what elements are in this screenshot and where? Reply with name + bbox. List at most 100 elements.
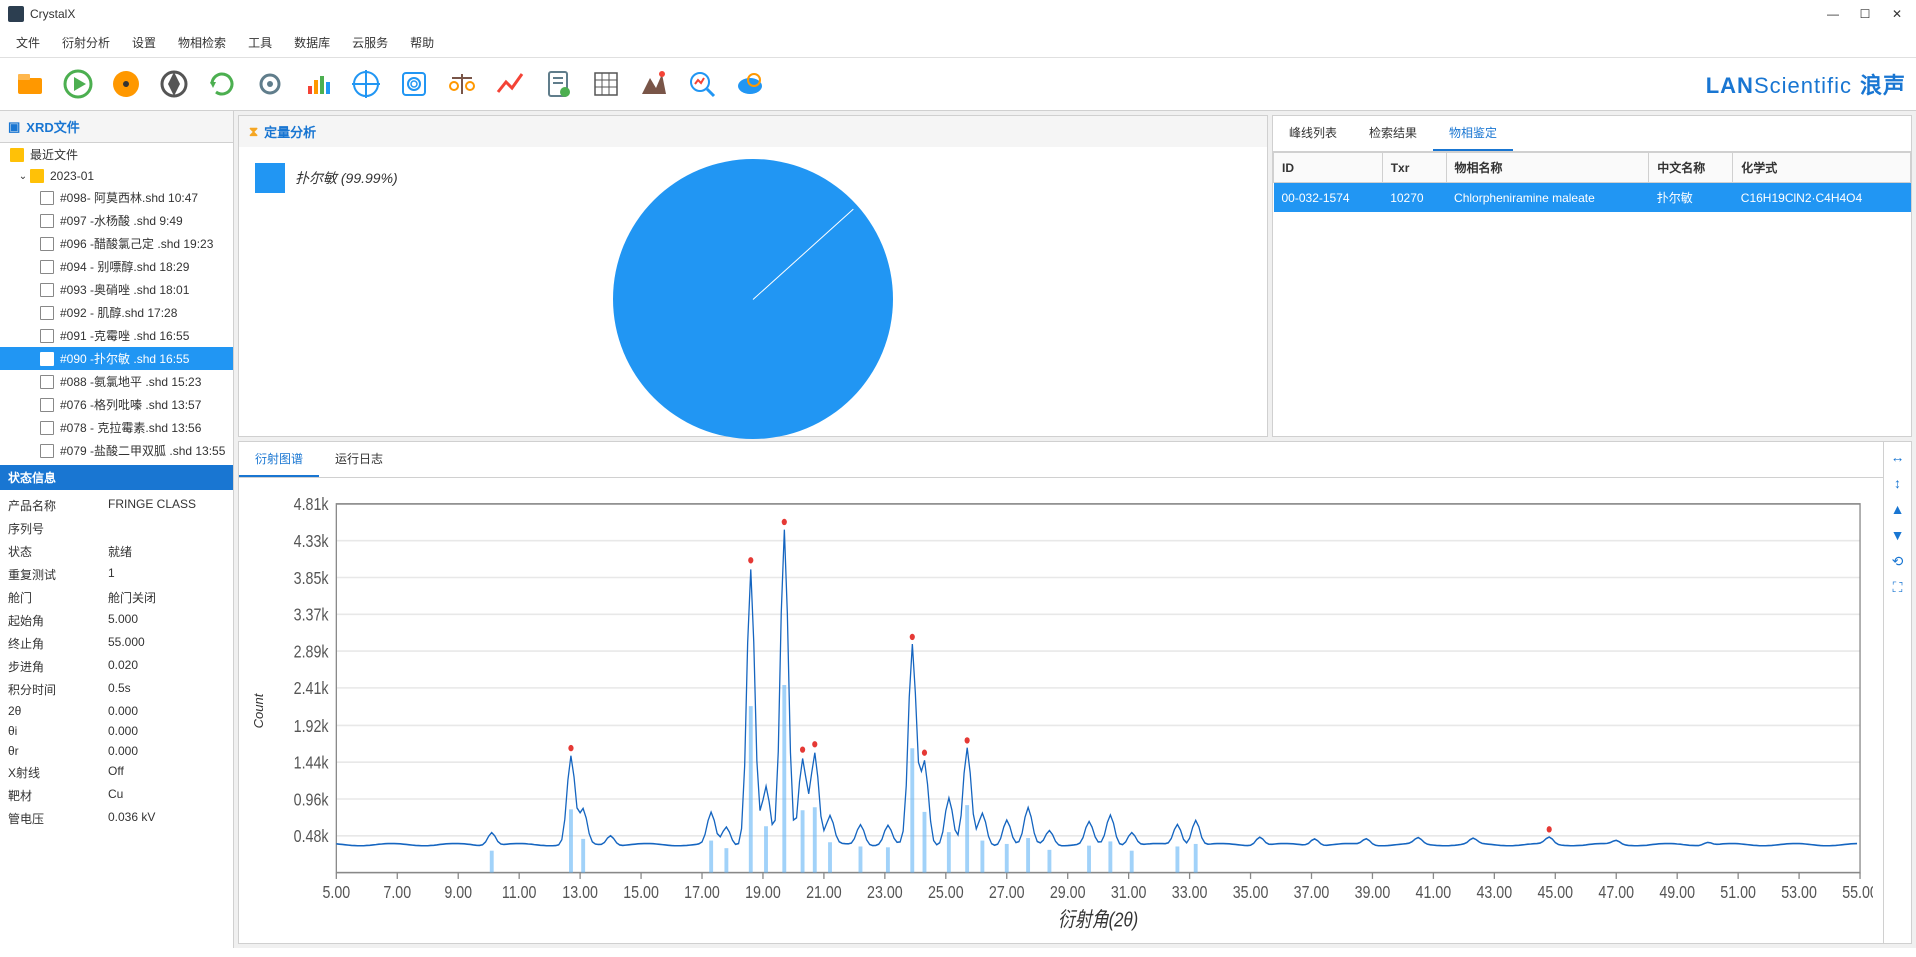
close-button[interactable]: ✕	[1890, 7, 1904, 21]
menu-工具[interactable]: 工具	[238, 30, 282, 55]
result-tab-1[interactable]: 检索结果	[1353, 116, 1433, 151]
file-item[interactable]: #094 - 别嘌醇.shd 18:29	[0, 255, 233, 278]
menu-设置[interactable]: 设置	[122, 30, 166, 55]
status-row: θr0.000	[0, 741, 233, 761]
hourglass-icon: ⧗	[249, 124, 258, 140]
file-icon	[40, 214, 54, 228]
spectrum-button[interactable]	[298, 64, 338, 104]
svg-text:17.00: 17.00	[684, 884, 720, 903]
file-item[interactable]: #076 -格列吡嗪 .shd 13:57	[0, 393, 233, 416]
svg-text:53.00: 53.00	[1781, 884, 1817, 903]
menu-衍射分析[interactable]: 衍射分析	[52, 30, 120, 55]
file-item[interactable]: #088 -氨氯地平 .shd 15:23	[0, 370, 233, 393]
file-panel-header: ▣ XRD文件	[0, 111, 233, 143]
minimize-button[interactable]: —	[1826, 7, 1840, 21]
legend-label: 扑尔敏 (99.99%)	[295, 168, 398, 188]
folder-open-button[interactable]	[10, 64, 50, 104]
result-panel: 峰线列表检索结果物相鉴定 IDTxr物相名称中文名称化学式 00-032-157…	[1272, 115, 1912, 437]
diffraction-chart-panel: 衍射图谱运行日志 Count 0.48k0.96k1.44k1.92k2.41k…	[239, 442, 1883, 943]
result-row[interactable]: 00-032-157410270Chlorpheniramine maleate…	[1274, 183, 1911, 213]
chart-tool-pan-h[interactable]: ↔	[1889, 448, 1907, 466]
svg-text:29.00: 29.00	[1050, 884, 1086, 903]
tree-folder-recent[interactable]: 最近文件	[0, 143, 233, 166]
file-item[interactable]: #079 -盐酸二甲双胍 .shd 13:55	[0, 439, 233, 462]
menubar: 文件衍射分析设置物相检索工具数据库云服务帮助	[0, 28, 1916, 58]
menu-物相检索[interactable]: 物相检索	[168, 30, 236, 55]
aperture-button[interactable]	[154, 64, 194, 104]
menu-帮助[interactable]: 帮助	[400, 30, 444, 55]
svg-text:4.33k: 4.33k	[294, 533, 329, 552]
analysis-search-button[interactable]	[682, 64, 722, 104]
menu-文件[interactable]: 文件	[6, 30, 50, 55]
file-item[interactable]: #092 - 肌醇.shd 17:28	[0, 301, 233, 324]
svg-text:21.00: 21.00	[806, 884, 842, 903]
svg-text:43.00: 43.00	[1477, 884, 1513, 903]
svg-text:47.00: 47.00	[1598, 884, 1634, 903]
report-button[interactable]	[538, 64, 578, 104]
file-item[interactable]: #093 -奥硝唑 .shd 18:01	[0, 278, 233, 301]
gear-button[interactable]	[250, 64, 290, 104]
svg-text:15.00: 15.00	[623, 884, 659, 903]
chart-tool-fullscreen[interactable]: ⛶	[1889, 578, 1907, 596]
svg-text:13.00: 13.00	[562, 884, 598, 903]
chart-tool-down[interactable]: ▼	[1889, 526, 1907, 544]
toolbar: LANScientific浪声	[0, 58, 1916, 111]
file-item[interactable]: #090 -扑尔敏 .shd 16:55	[0, 347, 233, 370]
status-row: 状态就绪	[0, 540, 233, 563]
status-header: 状态信息	[0, 465, 233, 490]
file-item[interactable]: #096 -醋酸氯己定 .shd 19:23	[0, 232, 233, 255]
chart-tool-up[interactable]: ▲	[1889, 500, 1907, 518]
svg-text:27.00: 27.00	[989, 884, 1025, 903]
svg-text:2.89k: 2.89k	[294, 643, 329, 662]
chart-tool-reset[interactable]: ⟲	[1889, 552, 1907, 570]
radiation-button[interactable]	[106, 64, 146, 104]
svg-text:0.48k: 0.48k	[294, 828, 329, 847]
target-button[interactable]	[346, 64, 386, 104]
trend-button[interactable]	[490, 64, 530, 104]
balance-button[interactable]	[442, 64, 482, 104]
file-item[interactable]: #078 - 克拉霉素.shd 13:56	[0, 416, 233, 439]
status-row: 积分时间0.5s	[0, 678, 233, 701]
tree-folder-month[interactable]: ⌄ 2023-01	[0, 166, 233, 186]
svg-text:45.00: 45.00	[1537, 884, 1573, 903]
file-item[interactable]: #098- 阿莫西林.shd 10:47	[0, 186, 233, 209]
svg-text:7.00: 7.00	[383, 884, 411, 903]
grid-button[interactable]	[586, 64, 626, 104]
file-icon	[40, 421, 54, 435]
svg-text:23.00: 23.00	[867, 884, 903, 903]
play-button[interactable]	[58, 64, 98, 104]
file-item[interactable]: #097 -水杨酸 .shd 9:49	[0, 209, 233, 232]
quant-analysis-panel: ⧗ 定量分析 扑尔敏 (99.99%)	[238, 115, 1268, 437]
menu-云服务[interactable]: 云服务	[342, 30, 398, 55]
svg-text:55.00: 55.00	[1842, 884, 1873, 903]
maximize-button[interactable]: ☐	[1858, 7, 1872, 21]
chart-tool-pan-v[interactable]: ↕	[1889, 474, 1907, 492]
svg-text:41.00: 41.00	[1416, 884, 1452, 903]
refresh-button[interactable]	[202, 64, 242, 104]
svg-text:49.00: 49.00	[1659, 884, 1695, 903]
brand-logo: LANScientific浪声	[1706, 68, 1906, 100]
peaks-button[interactable]	[634, 64, 674, 104]
file-icon	[40, 283, 54, 297]
file-panel-title: XRD文件	[26, 117, 79, 136]
legend-swatch	[255, 163, 285, 193]
cloud-gear-button[interactable]	[730, 64, 770, 104]
status-row: 序列号	[0, 517, 233, 540]
file-item[interactable]: #091 -克霉唑 .shd 16:55	[0, 324, 233, 347]
status-row: θi0.000	[0, 721, 233, 741]
svg-text:9.00: 9.00	[444, 884, 472, 903]
result-tab-2[interactable]: 物相鉴定	[1433, 116, 1513, 151]
svg-text:3.37k: 3.37k	[294, 606, 329, 625]
fingerprint-button[interactable]	[394, 64, 434, 104]
status-row: 步进角0.020	[0, 655, 233, 678]
file-tree[interactable]: 最近文件 ⌄ 2023-01 #098- 阿莫西林.shd 10:47#097 …	[0, 143, 233, 465]
svg-text:11.00: 11.00	[502, 884, 537, 903]
menu-数据库[interactable]: 数据库	[284, 30, 340, 55]
diffraction-chart[interactable]: Count 0.48k0.96k1.44k1.92k2.41k2.89k3.37…	[239, 478, 1883, 943]
svg-text:2.41k: 2.41k	[294, 680, 329, 699]
file-icon	[40, 260, 54, 274]
status-row: 产品名称FRINGE CLASS	[0, 494, 233, 517]
svg-text:39.00: 39.00	[1355, 884, 1391, 903]
result-tab-0[interactable]: 峰线列表	[1273, 116, 1353, 151]
svg-text:25.00: 25.00	[928, 884, 964, 903]
